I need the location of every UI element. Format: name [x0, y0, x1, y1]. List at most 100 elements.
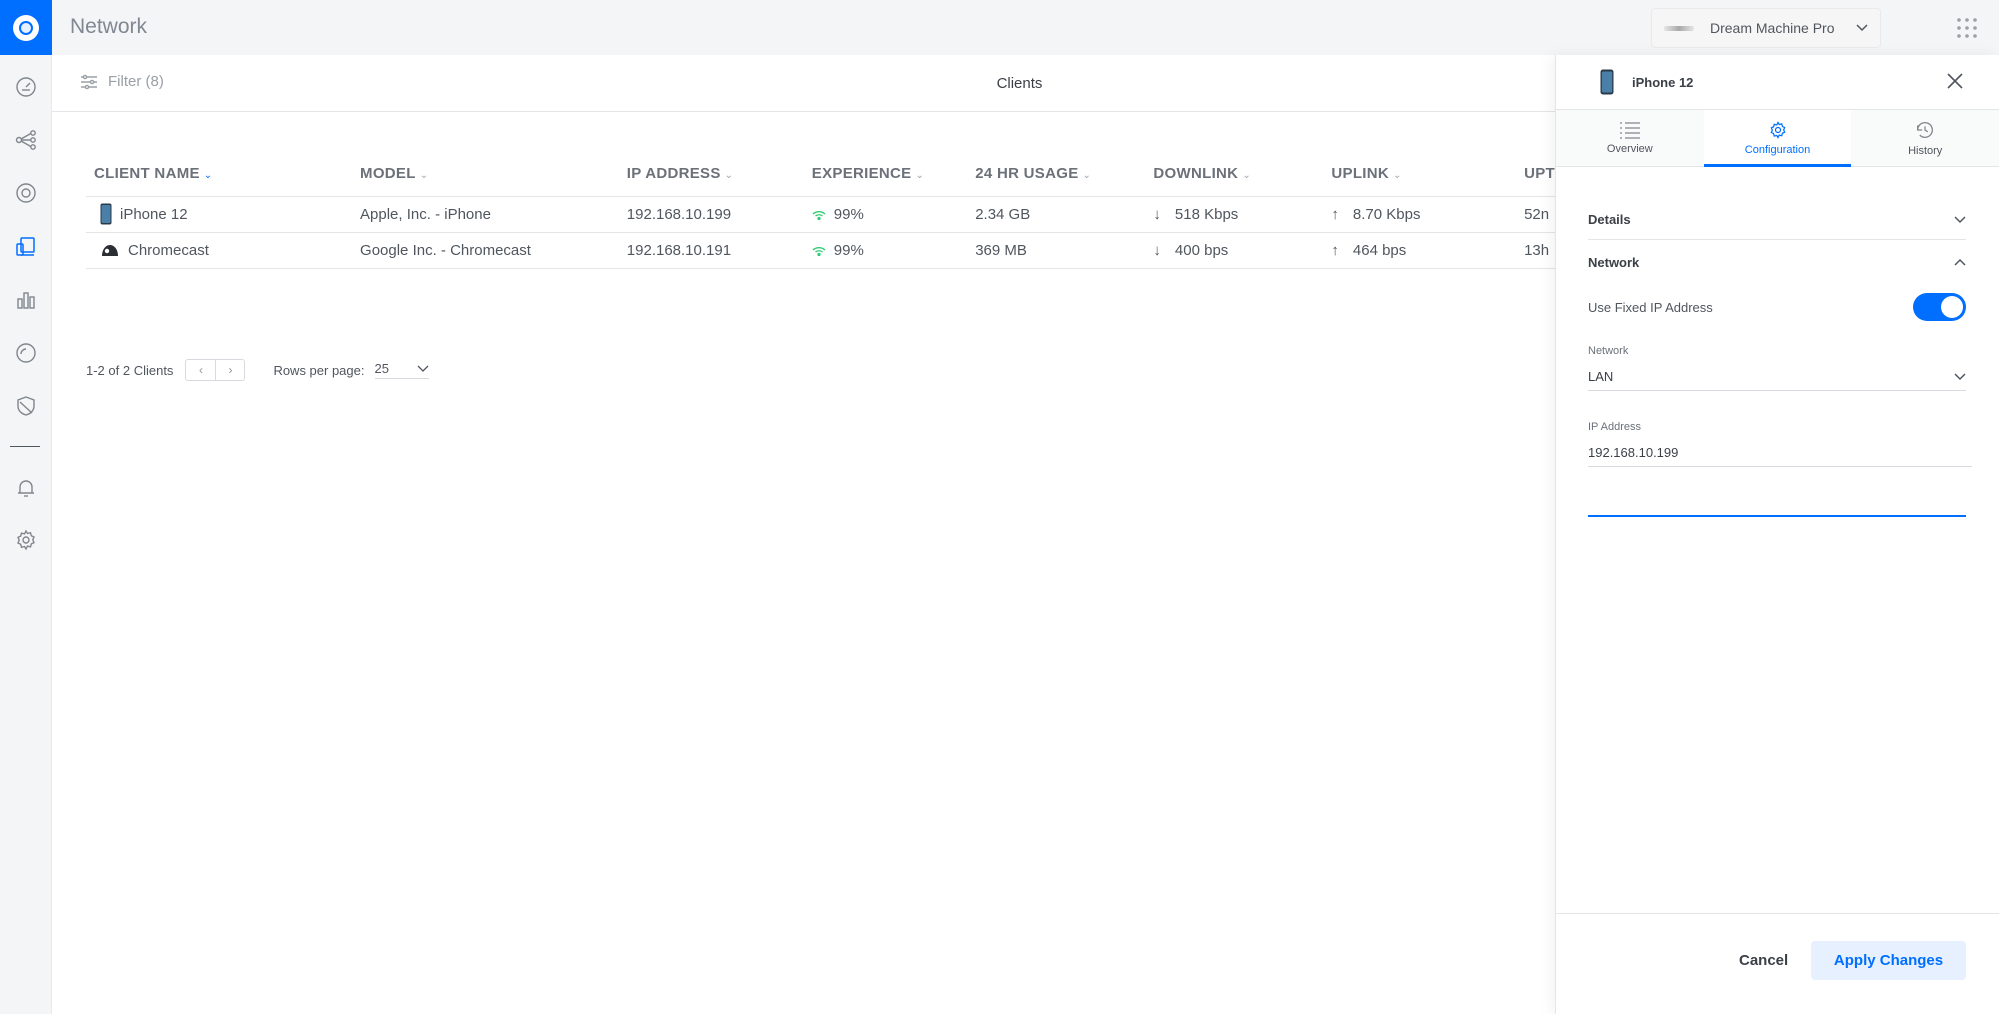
- network-label: Network: [1588, 254, 1640, 270]
- wifi-signal-icon: [812, 246, 826, 256]
- chevron-down-icon: [1954, 372, 1966, 380]
- panel-title: iPhone 12: [1632, 74, 1694, 90]
- down-arrow-icon: ↓: [1153, 241, 1161, 259]
- tab-overview[interactable]: Overview: [1556, 110, 1704, 166]
- fixed-ip-toggle[interactable]: [1913, 293, 1966, 321]
- statistics-icon[interactable]: [0, 285, 52, 315]
- client-usage: 2.34 GB: [967, 196, 1146, 233]
- table-row[interactable]: iPhone 12 Apple, Inc. - iPhone 192.168.1…: [86, 196, 1555, 233]
- table-row[interactable]: Chromecast Google Inc. - Chromecast 192.…: [86, 232, 1555, 269]
- client-name: Chromecast: [128, 241, 209, 259]
- tab-configuration[interactable]: Configuration: [1703, 110, 1852, 167]
- network-select[interactable]: LAN: [1588, 363, 1966, 391]
- tab-label: Configuration: [1744, 144, 1811, 156]
- chevron-down-icon: [1856, 24, 1868, 32]
- settings-gear-icon[interactable]: [0, 525, 52, 555]
- column-header-24hr-usage[interactable]: 24 HR USAGE ⌄: [967, 151, 1146, 197]
- network-field-group: Network LAN: [1588, 345, 1966, 391]
- client-uptime: 52n: [1516, 196, 1555, 233]
- client-model: Google Inc. - Chromecast: [352, 232, 619, 269]
- close-icon[interactable]: [1945, 71, 1965, 91]
- column-header-uplink[interactable]: UPLINK ⌄: [1323, 151, 1517, 197]
- client-uplink: 8.70 Kbps: [1352, 205, 1421, 223]
- column-header-uptime[interactable]: UPT: [1516, 151, 1555, 197]
- network-header[interactable]: Network: [1588, 242, 1966, 282]
- iphone-icon: [100, 203, 112, 225]
- apply-changes-button[interactable]: Apply Changes: [1811, 941, 1966, 980]
- next-page-button[interactable]: ›: [215, 360, 244, 380]
- panel-footer: Cancel Apply Changes: [1556, 913, 1999, 1014]
- tab-label: Overview: [1606, 143, 1653, 155]
- pagination: 1-2 of 2 Clients ‹ › Rows per page: 25: [86, 359, 429, 381]
- device-name: Dream Machine Pro: [1710, 20, 1835, 36]
- panel-header: iPhone 12: [1556, 55, 1999, 110]
- clients-table: CLIENT NAME ⌄ MODEL ⌄ IP ADDRESS ⌄ EXPERIEN…: [86, 151, 1555, 269]
- up-arrow-icon: ↑: [1331, 205, 1339, 223]
- client-uplink: 464 bps: [1352, 241, 1407, 259]
- details-header[interactable]: Details: [1588, 200, 1966, 240]
- rows-per-page-value: 25: [374, 361, 389, 376]
- rows-per-page-select[interactable]: 25: [374, 361, 429, 379]
- chevron-down-icon: [417, 365, 428, 372]
- up-arrow-icon: ↑: [1331, 241, 1339, 259]
- unifi-logo-icon[interactable]: [0, 0, 52, 55]
- top-bar: Network Dream Machine Pro: [52, 0, 1999, 55]
- down-arrow-icon: ↓: [1153, 205, 1161, 223]
- client-downlink: 518 Kbps: [1174, 205, 1239, 223]
- rows-per-page-label: Rows per page:: [273, 362, 365, 378]
- column-header-model[interactable]: MODEL ⌄: [352, 151, 619, 197]
- wifi-signal-icon: [812, 210, 826, 220]
- notifications-bell-icon[interactable]: [0, 473, 52, 503]
- clients-toolbar: Filter (8) Clients: [52, 55, 1555, 112]
- client-usage: 369 MB: [967, 232, 1146, 269]
- rail-divider: [10, 446, 40, 447]
- details-section: Details: [1588, 200, 1966, 240]
- clients-main-panel: Filter (8) Clients CLIENT NAME ⌄ MODEL ⌄ I…: [52, 55, 1555, 1014]
- panel-tabs: Overview Configuration History: [1556, 110, 1999, 167]
- column-header-experience[interactable]: EXPERIENCE ⌄: [803, 151, 968, 197]
- network-select-value: LAN: [1588, 369, 1614, 384]
- fixed-ip-row: Use Fixed IP Address: [1588, 287, 1966, 327]
- column-header-ip-address[interactable]: IP ADDRESS ⌄: [618, 151, 804, 197]
- gear-icon: [1770, 121, 1785, 139]
- app-title: Network: [70, 15, 148, 38]
- column-header-downlink[interactable]: DOWNLINK ⌄: [1145, 151, 1324, 197]
- fixed-ip-label: Use Fixed IP Address: [1588, 299, 1713, 315]
- apps-grid-icon[interactable]: [1955, 16, 1979, 40]
- security-shield-icon[interactable]: [0, 391, 52, 421]
- page-nav-buttons: ‹ ›: [185, 359, 246, 381]
- client-downlink: 400 bps: [1174, 241, 1229, 259]
- chevron-down-icon: [1954, 215, 1966, 223]
- devices-icon[interactable]: [0, 178, 52, 208]
- client-detail-panel: iPhone 12 Overview Configuration History…: [1555, 55, 1999, 1014]
- client-ip: 192.168.10.191: [618, 232, 804, 269]
- device-thumbnail-icon: [1664, 25, 1694, 31]
- client-ip: 192.168.10.199: [618, 196, 804, 233]
- insights-icon[interactable]: [0, 338, 52, 368]
- tab-label: History: [1908, 145, 1943, 157]
- additional-input[interactable]: [1588, 467, 1966, 517]
- chevron-up-icon: [1954, 258, 1966, 266]
- client-uptime: 13h: [1516, 232, 1555, 269]
- client-experience: 99%: [833, 205, 864, 223]
- network-section: Network Use Fixed IP Address Network LAN…: [1588, 242, 1972, 517]
- client-experience: 99%: [833, 241, 864, 259]
- prev-page-button[interactable]: ‹: [186, 360, 215, 380]
- topology-icon[interactable]: [0, 125, 52, 155]
- dashboard-icon[interactable]: [0, 72, 52, 102]
- cancel-button[interactable]: Cancel: [1739, 952, 1788, 969]
- clients-icon[interactable]: [0, 232, 52, 262]
- history-clock-icon: [1917, 122, 1934, 138]
- ip-field-label: IP Address: [1588, 421, 1641, 433]
- device-selector[interactable]: Dream Machine Pro: [1651, 8, 1881, 48]
- network-field-label: Network: [1588, 345, 1629, 357]
- column-header-client-name[interactable]: CLIENT NAME ⌄: [86, 151, 353, 197]
- chromecast-icon: [102, 245, 118, 256]
- ip-address-input[interactable]: 192.168.10.199: [1588, 439, 1972, 467]
- ip-address-value: 192.168.10.199: [1588, 445, 1679, 460]
- tab-history[interactable]: History: [1851, 110, 1999, 166]
- iphone-icon: [1600, 69, 1614, 95]
- client-model: Apple, Inc. - iPhone: [352, 196, 619, 233]
- list-icon: [1619, 122, 1640, 139]
- ip-field-group: IP Address 192.168.10.199: [1588, 421, 1972, 467]
